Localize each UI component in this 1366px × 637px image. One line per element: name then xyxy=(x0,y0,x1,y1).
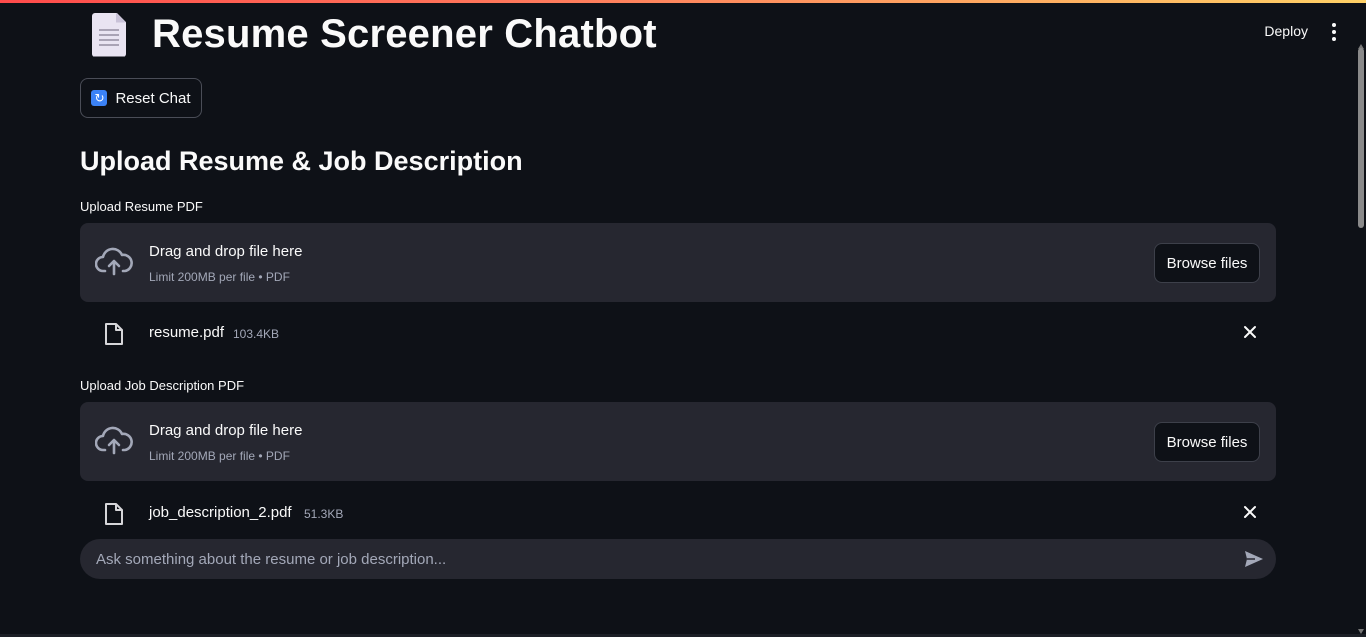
file-icon xyxy=(105,323,123,345)
dropzone-limit: Limit 200MB per file • PDF xyxy=(149,449,290,463)
dropzone-title: Drag and drop file here xyxy=(149,422,303,439)
job-description-dropzone[interactable]: Drag and drop file here Limit 200MB per … xyxy=(80,402,1276,481)
close-icon[interactable] xyxy=(1242,504,1258,520)
cloud-upload-icon xyxy=(95,426,133,455)
resume-dropzone[interactable]: Drag and drop file here Limit 200MB per … xyxy=(80,223,1276,302)
dropzone-title: Drag and drop file here xyxy=(149,243,303,260)
deploy-button[interactable]: Deploy xyxy=(1264,23,1308,39)
file-name: resume.pdf xyxy=(149,324,225,341)
page-title-row: Resume Screener Chatbot xyxy=(90,12,657,57)
page-scrollbar[interactable] xyxy=(1356,44,1366,634)
reset-chat-button[interactable]: ↻ Reset Chat xyxy=(80,78,202,118)
browse-files-button[interactable]: Browse files xyxy=(1154,422,1260,462)
dropzone-limit: Limit 200MB per file • PDF xyxy=(149,270,290,284)
file-name: job_description_2.pdf xyxy=(149,504,292,521)
uploaded-file-row: job_description_2.pdf 51.3KB xyxy=(80,498,1276,534)
refresh-icon: ↻ xyxy=(91,90,108,106)
close-icon[interactable] xyxy=(1242,324,1258,340)
cloud-upload-icon xyxy=(95,247,133,276)
job-description-upload-label: Upload Job Description PDF xyxy=(80,378,245,393)
chat-input[interactable] xyxy=(96,539,1236,579)
kebab-menu-icon[interactable] xyxy=(1326,23,1342,41)
page-title: Resume Screener Chatbot xyxy=(152,12,657,56)
reset-chat-label: Reset Chat xyxy=(115,89,191,107)
file-size: 103.4KB xyxy=(233,327,280,341)
send-icon[interactable] xyxy=(1244,550,1264,568)
scrollbar-thumb[interactable] xyxy=(1358,48,1364,228)
chat-input-bar xyxy=(80,539,1276,579)
file-size: 51.3KB xyxy=(304,507,344,521)
file-icon xyxy=(105,503,123,525)
browse-files-button[interactable]: Browse files xyxy=(1154,243,1260,283)
uploaded-file-row: resume.pdf 103.4KB xyxy=(80,318,1276,354)
section-heading: Upload Resume & Job Description xyxy=(80,146,523,176)
resume-upload-label: Upload Resume PDF xyxy=(80,199,203,214)
document-icon xyxy=(90,12,128,57)
